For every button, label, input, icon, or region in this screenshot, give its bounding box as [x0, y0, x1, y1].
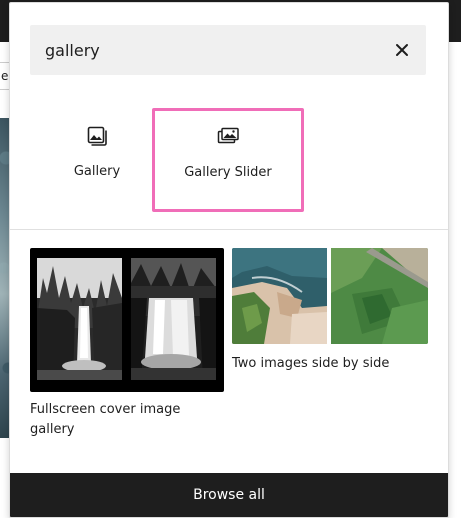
search-input[interactable]	[30, 25, 370, 75]
pattern-fullscreen-cover-image-gallery[interactable]: Fullscreen cover image gallery	[30, 248, 224, 440]
pattern-thumbnail	[232, 248, 428, 344]
close-icon	[396, 44, 408, 56]
block-results: Gallery Gallery Slider	[10, 95, 448, 225]
block-inserter-panel: Gallery Gallery Slider	[9, 2, 449, 518]
pattern-two-images-side-by-side[interactable]: Two images side by side	[232, 248, 428, 374]
pattern-thumbnail	[30, 248, 224, 392]
block-gallery-slider[interactable]: Gallery Slider	[152, 108, 304, 212]
block-gallery-label: Gallery	[73, 164, 121, 179]
gallery-slider-icon	[216, 125, 240, 149]
clear-search-button[interactable]	[386, 34, 418, 66]
pattern-results: Fullscreen cover image gallery Two image…	[10, 230, 448, 470]
gallery-icon	[85, 124, 109, 148]
browse-all-button[interactable]: Browse all	[10, 473, 448, 517]
search-box	[30, 25, 426, 75]
pattern-label: Fullscreen cover image gallery	[30, 402, 181, 437]
waterfall-photo-right	[131, 258, 216, 380]
block-gallery-slider-label: Gallery Slider	[184, 165, 272, 180]
waterfall-photo-left	[37, 258, 122, 380]
pattern-label: Two images side by side	[232, 356, 390, 371]
block-gallery[interactable]: Gallery	[22, 108, 172, 210]
